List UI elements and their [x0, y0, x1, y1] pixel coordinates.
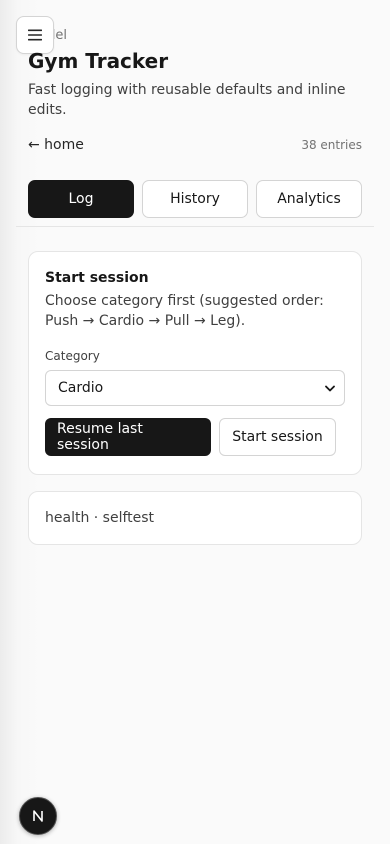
tab-log[interactable]: Log	[28, 180, 134, 218]
health-status-text: health · selftest	[45, 510, 155, 526]
chevron-down-icon	[325, 385, 335, 391]
category-select-value: Cardio	[58, 380, 104, 396]
header-divider	[16, 226, 374, 227]
category-select[interactable]: Cardio	[45, 370, 345, 406]
next-dev-badge[interactable]	[19, 797, 57, 835]
page-title: Gym Tracker	[28, 49, 169, 73]
home-link[interactable]: ← home	[28, 137, 84, 153]
hamburger-menu-icon	[28, 29, 42, 41]
start-session-card: Start session Choose category first (sug…	[28, 251, 362, 475]
start-session-description: Choose category first (suggested order: …	[45, 293, 324, 329]
entries-count: 38 entries	[301, 138, 362, 152]
page-subtitle: Fast logging with reusable defaults and …	[28, 82, 346, 118]
start-session-button[interactable]: Start session	[219, 418, 336, 456]
start-session-title: Start session	[45, 270, 149, 286]
tab-history[interactable]: History	[142, 180, 248, 218]
session-actions: Resume last session Start session	[45, 418, 345, 456]
next-logo-icon	[33, 810, 43, 822]
tab-bar: Log History Analytics	[28, 180, 362, 218]
health-card: health · selftest	[28, 491, 362, 545]
resume-last-session-button[interactable]: Resume last session	[45, 418, 211, 456]
category-label: Category	[45, 349, 100, 363]
tab-analytics[interactable]: Analytics	[256, 180, 362, 218]
